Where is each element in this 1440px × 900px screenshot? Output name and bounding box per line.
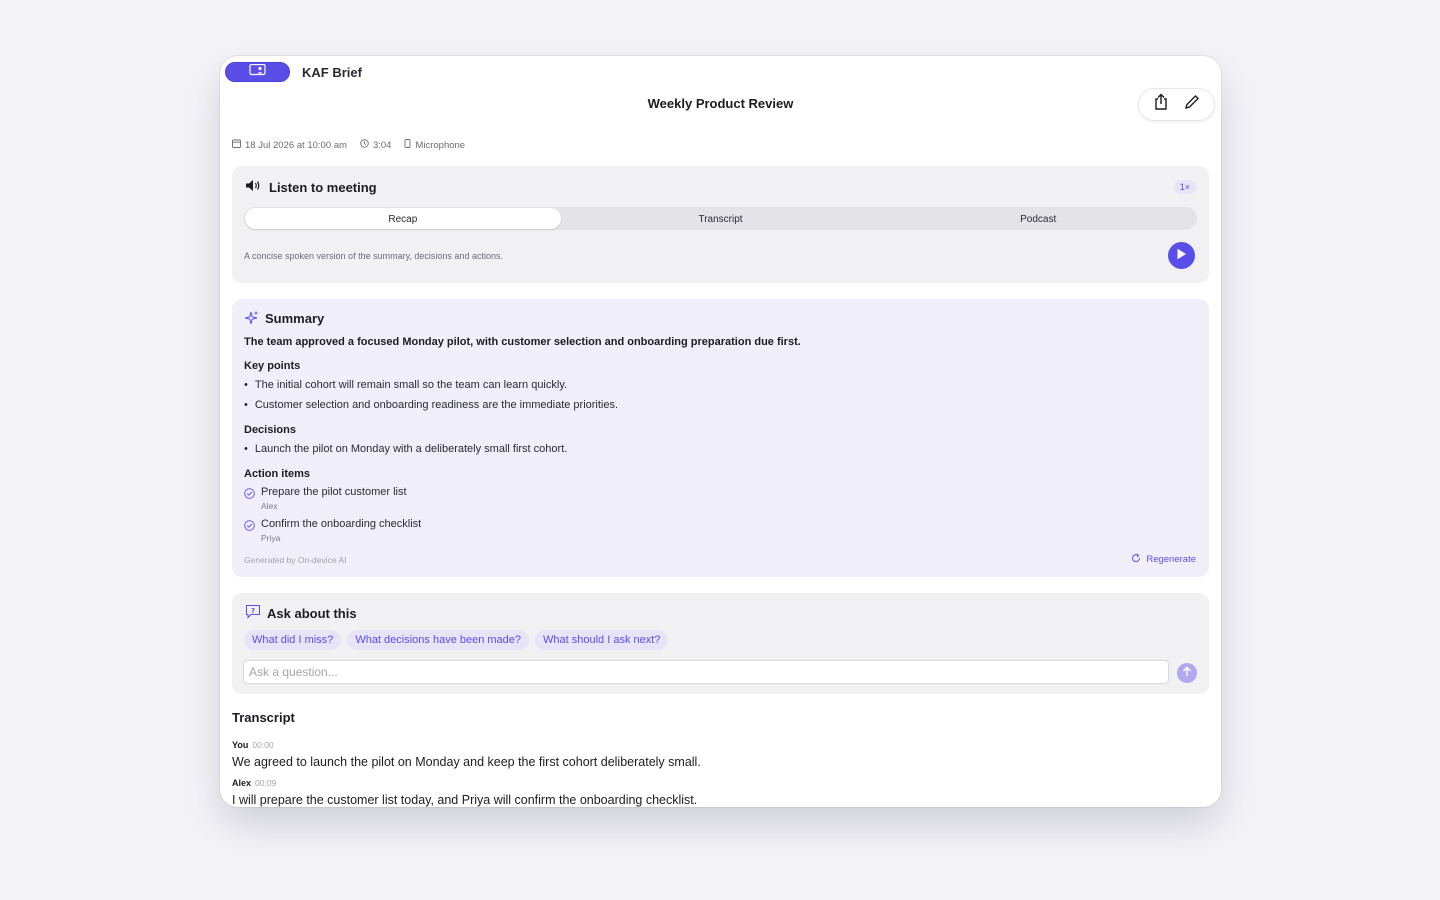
arrow-up-icon — [1182, 664, 1192, 682]
action-item: Confirm the onboarding checklist Priya — [244, 518, 421, 543]
transcript-heading: Transcript — [232, 710, 295, 725]
question-input[interactable] — [243, 660, 1169, 684]
microphone-icon — [404, 139, 411, 151]
action-item-text: Confirm the onboarding checklist — [261, 518, 422, 530]
pencil-icon — [1184, 94, 1200, 115]
timestamp[interactable]: 00:00 — [252, 740, 273, 750]
transcript-text: I will prepare the customer list today, … — [232, 793, 698, 807]
check-circle-icon[interactable] — [244, 518, 255, 543]
action-item-owner: Priya — [261, 533, 281, 543]
timestamp[interactable]: 00:09 — [255, 778, 276, 788]
chat-question-icon: ? — [245, 604, 261, 622]
tab-recap[interactable]: Recap — [245, 208, 561, 229]
listen-card: Listen to meeting 1× Recap Transcript Po… — [232, 166, 1209, 283]
share-icon — [1153, 93, 1169, 116]
tab-podcast[interactable]: Podcast — [880, 208, 1196, 229]
listen-header: Listen to meeting — [245, 179, 377, 195]
summary-header: Summary — [244, 310, 325, 327]
svg-text:?: ? — [251, 607, 255, 615]
key-point-item: • The initial cohort will remain small so… — [244, 379, 568, 391]
send-button[interactable] — [1177, 663, 1197, 683]
speaker-name: You — [232, 740, 249, 750]
ask-header: ? Ask about this — [245, 604, 357, 622]
regenerate-button[interactable]: Regenerate — [1131, 553, 1196, 566]
suggestion-chips: What did I miss? What decisions have bee… — [244, 630, 669, 650]
suggestion-chip[interactable]: What decisions have been made? — [347, 630, 530, 650]
listen-description: A concise spoken version of the summary,… — [244, 251, 503, 261]
key-points-heading: Key points — [244, 360, 301, 372]
app-name: KAF Brief — [302, 65, 362, 80]
meta-duration: 3:04 — [360, 139, 392, 151]
playback-speed-button[interactable]: 1× — [1173, 180, 1196, 194]
app-window: KAF Brief Weekly Product Review 18 Jul 2… — [220, 56, 1221, 807]
transcript-text: We agreed to launch the pilot on Monday … — [232, 755, 701, 769]
suggestion-chip[interactable]: What did I miss? — [244, 630, 342, 650]
meta-source: Microphone — [404, 139, 465, 151]
presenter-icon — [248, 63, 267, 81]
decision-item: • Launch the pilot on Monday with a delib… — [244, 443, 568, 455]
play-button[interactable] — [1168, 242, 1195, 269]
calendar-icon — [232, 139, 241, 151]
app-switcher-button[interactable] — [225, 62, 290, 82]
decisions-heading: Decisions — [244, 424, 296, 436]
meeting-meta: 18 Jul 2026 at 10:00 am 3:04 Microphone — [232, 139, 465, 151]
speaker-icon — [245, 179, 262, 195]
summary-heading: Summary — [265, 311, 325, 326]
meeting-source: Microphone — [415, 139, 466, 151]
toolbar-actions — [1138, 88, 1215, 121]
tab-transcript[interactable]: Transcript — [563, 208, 879, 229]
suggestion-chip[interactable]: What should I ask next? — [535, 630, 669, 650]
share-button[interactable] — [1149, 93, 1173, 117]
action-item: Prepare the pilot customer list Alex — [244, 486, 407, 511]
regenerate-label: Regenerate — [1146, 554, 1196, 565]
summary-lead: The team approved a focused Monday pilot… — [244, 336, 801, 348]
transcript-line: You 00:00 We agreed to launch the pilot o… — [232, 735, 701, 769]
meta-date: 18 Jul 2026 at 10:00 am — [232, 139, 347, 151]
page-title: Weekly Product Review — [647, 96, 794, 111]
meeting-date: 18 Jul 2026 at 10:00 am — [245, 139, 347, 151]
ask-heading: Ask about this — [267, 605, 357, 621]
action-items-heading: Action items — [244, 468, 311, 480]
listen-mode-tabs: Recap Transcript Podcast — [244, 207, 1197, 230]
listen-heading: Listen to meeting — [269, 179, 377, 195]
refresh-icon — [1131, 553, 1141, 566]
speaker-name: Alex — [232, 778, 252, 788]
action-item-owner: Alex — [261, 501, 278, 511]
meeting-duration: 3:04 — [372, 139, 392, 151]
check-circle-icon[interactable] — [244, 486, 255, 511]
play-icon — [1176, 247, 1187, 265]
key-point-item: • Customer selection and onboarding readi… — [244, 399, 619, 411]
clock-icon — [360, 139, 369, 151]
action-item-text: Prepare the pilot customer list — [261, 486, 407, 498]
transcript-line: Alex 00:09 I will prepare the customer li… — [232, 773, 697, 807]
ask-card: ? Ask about this What did I miss? What d… — [232, 593, 1209, 694]
sparkle-icon — [244, 310, 259, 327]
generated-by-label: Generated by On-device AI — [244, 555, 347, 565]
summary-card: Summary The team approved a focused Mond… — [232, 299, 1209, 577]
edit-button[interactable] — [1180, 93, 1204, 117]
